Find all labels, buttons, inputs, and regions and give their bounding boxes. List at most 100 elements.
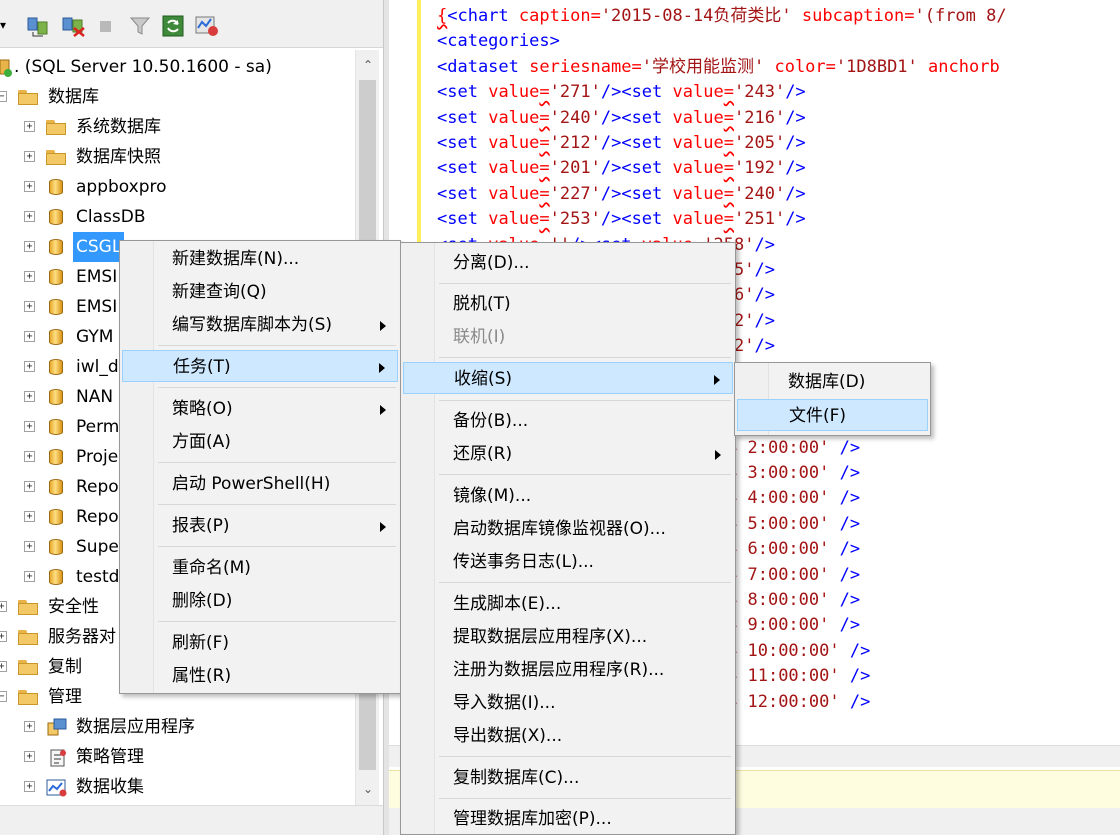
data-collection-node[interactable]: + 数据收集	[0, 772, 355, 802]
editor-line: {<chart caption='2015-08-14负荷类比' subcapt…	[437, 6, 1007, 26]
menu-script-database-as[interactable]: 编写数据库脚本为(S)	[122, 309, 398, 341]
disconnect-icon[interactable]	[60, 14, 86, 38]
database-node[interactable]: + ClassDB	[0, 202, 355, 232]
expand-icon[interactable]: +	[24, 331, 35, 342]
database-icon	[49, 507, 63, 527]
expand-icon[interactable]: +	[24, 451, 35, 462]
scroll-down-icon[interactable]: ⌄	[361, 782, 375, 796]
refresh-icon[interactable]	[161, 14, 185, 38]
menu-ship-transaction-logs[interactable]: 传送事务日志(L)...	[403, 546, 733, 578]
connect-dropdown-icon[interactable]: ▾	[0, 18, 10, 42]
menu-mirror[interactable]: 镜像(M)...	[403, 480, 733, 512]
menu-new-query[interactable]: 新建查询(Q)	[122, 276, 398, 308]
tree-folder-item[interactable]: + 系统数据库	[0, 112, 355, 142]
menu-facets-label: 方面(A)	[172, 432, 231, 452]
menu-detach[interactable]: 分离(D)...	[403, 247, 733, 279]
menu-copy-database[interactable]: 复制数据库(C)...	[403, 762, 733, 794]
menu-launch-mirroring-monitor[interactable]: 启动数据库镜像监视器(O)...	[403, 513, 733, 545]
submenu-arrow-icon	[380, 321, 386, 331]
folder-icon	[18, 600, 38, 615]
database-icon	[49, 447, 63, 467]
shrink-submenu: 数据库(D) 文件(F)	[734, 362, 931, 436]
menu-reports[interactable]: 报表(P)	[122, 510, 398, 542]
expand-icon[interactable]: +	[0, 661, 7, 672]
expand-icon[interactable]: +	[24, 781, 35, 792]
menu-tasks[interactable]: 任务(T)	[122, 350, 398, 382]
database-icon	[49, 267, 63, 287]
scroll-up-icon[interactable]: ⌃	[361, 58, 375, 72]
connect-icon[interactable]	[25, 14, 51, 38]
collapse-icon[interactable]: −	[0, 691, 7, 702]
expand-icon[interactable]: +	[24, 301, 35, 312]
menu-new-database[interactable]: 新建数据库(N)...	[122, 243, 398, 275]
server-node[interactable]: . (SQL Server 10.50.1600 - sa)	[0, 52, 355, 82]
database-icon	[49, 477, 63, 497]
editor-line: <set value='271'/><set value='243'/>	[437, 82, 806, 103]
server-objects-folder-label: 服务器对	[48, 627, 116, 647]
menu-shrink-database-label: 数据库(D)	[788, 372, 866, 392]
menu-facets[interactable]: 方面(A)	[122, 426, 398, 458]
menu-manage-database-encryption[interactable]: 管理数据库加密(P)...	[403, 803, 733, 835]
menu-refresh[interactable]: 刷新(F)	[122, 627, 398, 659]
expand-icon[interactable]: +	[24, 211, 35, 222]
expand-icon[interactable]: +	[24, 571, 35, 582]
expand-icon[interactable]: +	[24, 481, 35, 492]
expand-icon[interactable]: +	[24, 721, 35, 732]
menu-start-powershell[interactable]: 启动 PowerShell(H)	[122, 468, 398, 500]
collapse-icon[interactable]: −	[0, 91, 7, 102]
menu-properties[interactable]: 属性(R)	[122, 660, 398, 692]
data-tier-apps-label: 数据层应用程序	[76, 717, 195, 737]
tree-item-label: GYM	[76, 327, 114, 347]
expand-icon[interactable]: +	[24, 241, 35, 252]
menu-import-data[interactable]: 导入数据(I)...	[403, 687, 733, 719]
menu-restore[interactable]: 还原(R)	[403, 438, 733, 470]
expand-icon[interactable]: +	[0, 631, 7, 642]
expand-icon[interactable]: +	[24, 271, 35, 282]
expand-icon[interactable]: +	[24, 121, 35, 132]
expand-icon[interactable]: +	[24, 751, 35, 762]
menu-rename[interactable]: 重命名(M)	[122, 552, 398, 584]
expand-icon[interactable]: +	[0, 601, 7, 612]
policy-management-node[interactable]: + 策略管理	[0, 742, 355, 772]
menu-shrink[interactable]: 收缩(S)	[403, 362, 733, 394]
folder-icon	[18, 90, 38, 105]
menu-script-database-as-label: 编写数据库脚本为(S)	[172, 315, 333, 335]
tree-item-label: appboxpro	[76, 177, 167, 197]
menu-policies-label: 策略(O)	[172, 399, 233, 419]
expand-icon[interactable]: +	[24, 421, 35, 432]
menu-register-data-tier-app[interactable]: 注册为数据层应用程序(R)...	[403, 654, 733, 686]
stop-icon[interactable]	[97, 14, 115, 38]
databases-folder[interactable]: − 数据库	[0, 82, 355, 112]
menu-take-offline[interactable]: 脱机(T)	[403, 288, 733, 320]
expand-icon[interactable]: +	[24, 391, 35, 402]
expand-icon[interactable]: +	[24, 541, 35, 552]
menu-back-up[interactable]: 备份(B)...	[403, 405, 733, 437]
menu-separator	[158, 387, 396, 388]
menu-generate-scripts[interactable]: 生成脚本(E)...	[403, 588, 733, 620]
menu-bring-online[interactable]: 联机(I)	[403, 321, 733, 353]
menu-export-data[interactable]: 导出数据(X)...	[403, 720, 733, 752]
expand-icon[interactable]: +	[24, 181, 35, 192]
expand-icon[interactable]: +	[24, 151, 35, 162]
menu-policies[interactable]: 策略(O)	[122, 393, 398, 425]
object-explorer-footer	[0, 805, 383, 835]
menu-separator	[158, 621, 396, 622]
database-icon	[49, 567, 63, 587]
menu-shrink-database[interactable]: 数据库(D)	[737, 366, 928, 398]
filter-icon[interactable]	[129, 14, 151, 38]
expand-icon[interactable]: +	[24, 361, 35, 372]
menu-extract-data-tier-app[interactable]: 提取数据层应用程序(X)...	[403, 621, 733, 653]
menu-shrink-files[interactable]: 文件(F)	[737, 399, 928, 431]
tree-folder-item[interactable]: + 数据库快照	[0, 142, 355, 172]
folder-icon	[18, 690, 38, 705]
menu-launch-mirroring-monitor-label: 启动数据库镜像监视器(O)...	[453, 519, 666, 539]
menu-delete[interactable]: 删除(D)	[122, 585, 398, 617]
menu-take-offline-label: 脱机(T)	[453, 294, 511, 314]
activity-monitor-icon[interactable]	[194, 14, 220, 38]
database-node[interactable]: + appboxpro	[0, 172, 355, 202]
editor-line: <dataset seriesname='学校用能监测' color='1D8B…	[437, 56, 1000, 77]
expand-icon[interactable]: +	[24, 511, 35, 522]
folder-icon	[18, 660, 38, 675]
database-icon	[49, 237, 63, 257]
data-tier-apps-node[interactable]: + 数据层应用程序	[0, 712, 355, 742]
